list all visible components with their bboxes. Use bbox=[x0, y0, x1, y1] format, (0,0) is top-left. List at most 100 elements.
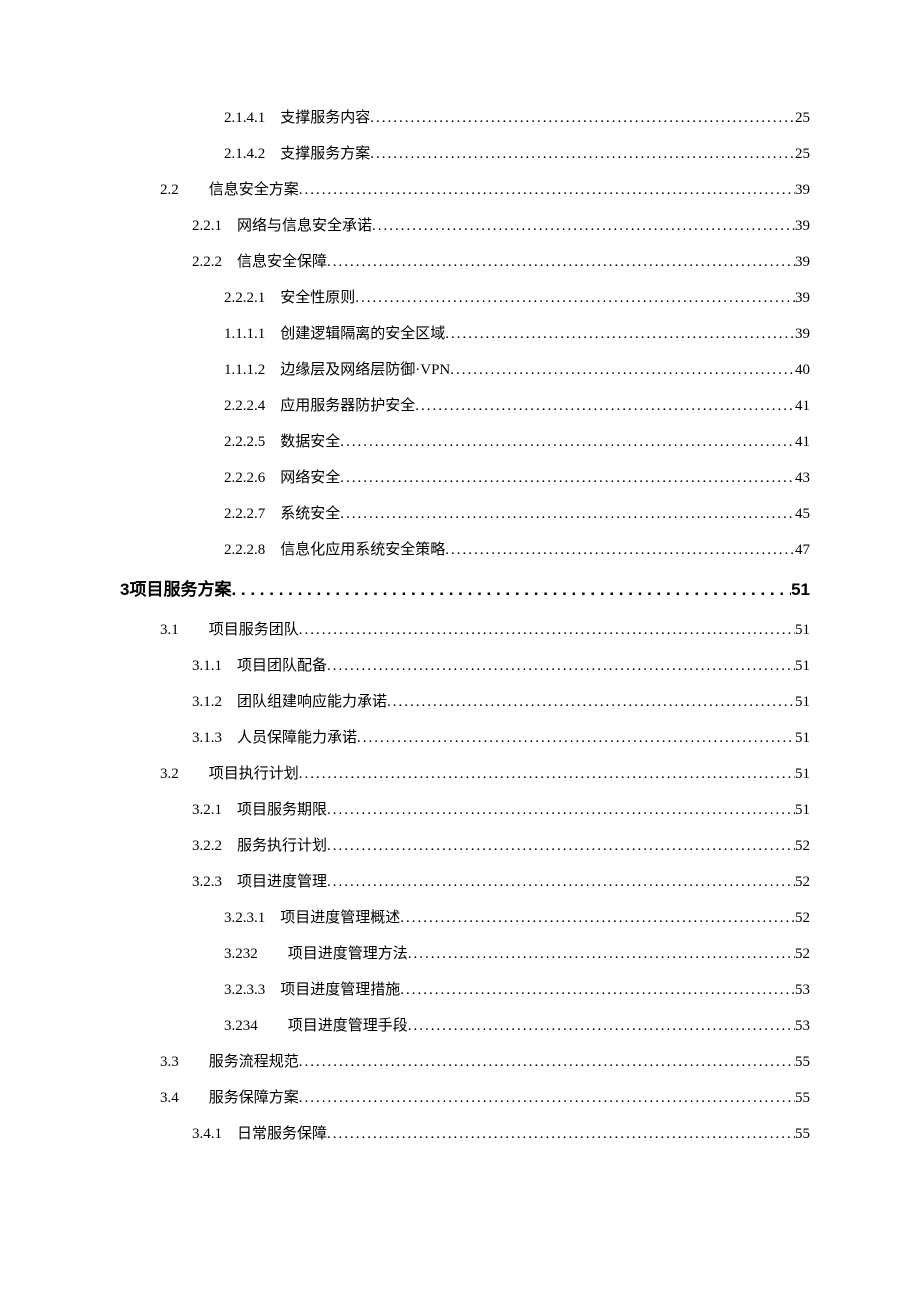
toc-number: 2.2.2.6 bbox=[224, 460, 265, 496]
toc-number: 3.2.3 bbox=[192, 864, 222, 900]
toc-number: 2.2.2.7 bbox=[224, 496, 265, 532]
toc-entry: 3.4 服务保障方案 55 bbox=[120, 1080, 810, 1116]
toc-number: 1.1.1.2 bbox=[224, 352, 265, 388]
toc-title: 项目服务团队 bbox=[209, 612, 299, 648]
toc-title: 服务执行计划 bbox=[237, 828, 327, 864]
toc-number: 2.1.4.2 bbox=[224, 136, 265, 172]
toc-page: 55 bbox=[795, 1080, 810, 1116]
toc-title: 安全性原则 bbox=[280, 280, 355, 316]
toc-leader-dots bbox=[327, 864, 795, 900]
toc-gap bbox=[265, 316, 280, 352]
toc-leader-dots bbox=[372, 208, 795, 244]
toc-leader-dots bbox=[327, 1116, 795, 1152]
toc-entry: 3.4.1 日常服务保障 55 bbox=[120, 1116, 810, 1152]
toc-page: 41 bbox=[795, 388, 810, 424]
toc-entry: 3项目服务方案 51 bbox=[120, 568, 810, 612]
toc-leader-dots bbox=[415, 388, 795, 424]
toc-page: 51 bbox=[795, 612, 810, 648]
toc-number: 2.2.2.4 bbox=[224, 388, 265, 424]
toc-gap bbox=[179, 612, 209, 648]
toc-leader-dots bbox=[450, 352, 795, 388]
toc-title: 服务保障方案 bbox=[209, 1080, 299, 1116]
toc-page: 51 bbox=[795, 720, 810, 756]
toc-leader-dots bbox=[299, 756, 795, 792]
toc-number: 3.1 bbox=[160, 612, 179, 648]
toc-entry: 2.2.2.8 信息化应用系统安全策略 47 bbox=[120, 532, 810, 568]
toc-gap bbox=[222, 208, 237, 244]
toc-number: 1.1.1.1 bbox=[224, 316, 265, 352]
toc-gap bbox=[265, 424, 280, 460]
toc-entry: 2.2.2.1 安全性原则 39 bbox=[120, 280, 810, 316]
toc-gap bbox=[222, 648, 237, 684]
toc-number: 2.2.2.5 bbox=[224, 424, 265, 460]
toc-entry: 3.2.3.1 项目进度管理概述 52 bbox=[120, 900, 810, 936]
toc-gap bbox=[265, 460, 280, 496]
toc-title: 网络安全 bbox=[280, 460, 340, 496]
toc-title: 支撑服务方案 bbox=[280, 136, 370, 172]
toc-leader-dots bbox=[327, 828, 795, 864]
toc-leader-dots bbox=[370, 100, 795, 136]
toc-gap bbox=[222, 792, 237, 828]
toc-page: 55 bbox=[795, 1116, 810, 1152]
table-of-contents: 2.1.4.1 支撑服务内容 252.1.4.2 支撑服务方案 25 2.2 信息… bbox=[120, 100, 810, 1152]
toc-leader-dots bbox=[355, 280, 795, 316]
toc-gap bbox=[265, 280, 280, 316]
toc-gap bbox=[265, 532, 280, 568]
toc-gap bbox=[179, 756, 209, 792]
toc-page: 53 bbox=[795, 1008, 810, 1044]
toc-entry: 2.2.2.4 应用服务器防护安全 41 bbox=[120, 388, 810, 424]
toc-page: 52 bbox=[795, 828, 810, 864]
toc-gap bbox=[179, 172, 209, 208]
toc-gap bbox=[265, 900, 280, 936]
toc-leader-dots bbox=[445, 532, 795, 568]
toc-number: 3.1.3 bbox=[192, 720, 222, 756]
toc-leader-dots bbox=[387, 684, 795, 720]
toc-title: 边缘层及网络层防御·VPN bbox=[280, 352, 450, 388]
toc-leader-dots bbox=[299, 1044, 795, 1080]
toc-gap bbox=[222, 864, 237, 900]
toc-gap bbox=[222, 244, 237, 280]
toc-title: 创建逻辑隔离的安全区域 bbox=[280, 316, 445, 352]
toc-title: 项目执行计划 bbox=[209, 756, 299, 792]
toc-number: 3 bbox=[120, 568, 129, 612]
toc-page: 25 bbox=[795, 100, 810, 136]
toc-number: 2.2.2 bbox=[192, 244, 222, 280]
toc-page: 52 bbox=[795, 900, 810, 936]
toc-page: 51 bbox=[795, 648, 810, 684]
toc-title: 团队组建响应能力承诺 bbox=[237, 684, 387, 720]
toc-title: 项目服务期限 bbox=[237, 792, 327, 828]
toc-title: 网络与信息安全承诺 bbox=[237, 208, 372, 244]
toc-entry: 3.1.2 团队组建响应能力承诺 51 bbox=[120, 684, 810, 720]
toc-gap bbox=[258, 1008, 288, 1044]
toc-entry: 2.1.4.1 支撑服务内容 25 bbox=[120, 100, 810, 136]
toc-entry: 3.2.3.3 项目进度管理措施 53 bbox=[120, 972, 810, 1008]
toc-page: 47 bbox=[795, 532, 810, 568]
toc-entry: 3.1.1 项目团队配备 51 bbox=[120, 648, 810, 684]
toc-title: 项目进度管理概述 bbox=[280, 900, 400, 936]
toc-page: 39 bbox=[795, 172, 810, 208]
toc-number: 3.3 bbox=[160, 1044, 179, 1080]
toc-title: 应用服务器防护安全 bbox=[280, 388, 415, 424]
toc-page: 39 bbox=[795, 244, 810, 280]
toc-page: 51 bbox=[791, 568, 810, 612]
toc-title: 信息化应用系统安全策略 bbox=[280, 532, 445, 568]
toc-title: 支撑服务内容 bbox=[280, 100, 370, 136]
toc-entry: 3.1.3 人员保障能力承诺 51 bbox=[120, 720, 810, 756]
toc-entry: 2.2.2.5 数据安全 41 bbox=[120, 424, 810, 460]
toc-leader-dots bbox=[370, 136, 795, 172]
toc-gap bbox=[265, 388, 280, 424]
toc-gap bbox=[222, 684, 237, 720]
toc-title: 项目进度管理 bbox=[237, 864, 327, 900]
toc-number: 2.2 bbox=[160, 172, 179, 208]
toc-entry: 3.232 项目进度管理方法 52 bbox=[120, 936, 810, 972]
toc-number: 3.2.1 bbox=[192, 792, 222, 828]
toc-leader-dots bbox=[400, 972, 795, 1008]
toc-page: 39 bbox=[795, 208, 810, 244]
toc-number: 3.1.1 bbox=[192, 648, 222, 684]
toc-page: 53 bbox=[795, 972, 810, 1008]
toc-entry: 3.2.1 项目服务期限 51 bbox=[120, 792, 810, 828]
toc-leader-dots bbox=[445, 316, 795, 352]
toc-title: 服务流程规范 bbox=[209, 1044, 299, 1080]
toc-entry: 2.2.2 信息安全保障 39 bbox=[120, 244, 810, 280]
toc-leader-dots bbox=[327, 244, 795, 280]
